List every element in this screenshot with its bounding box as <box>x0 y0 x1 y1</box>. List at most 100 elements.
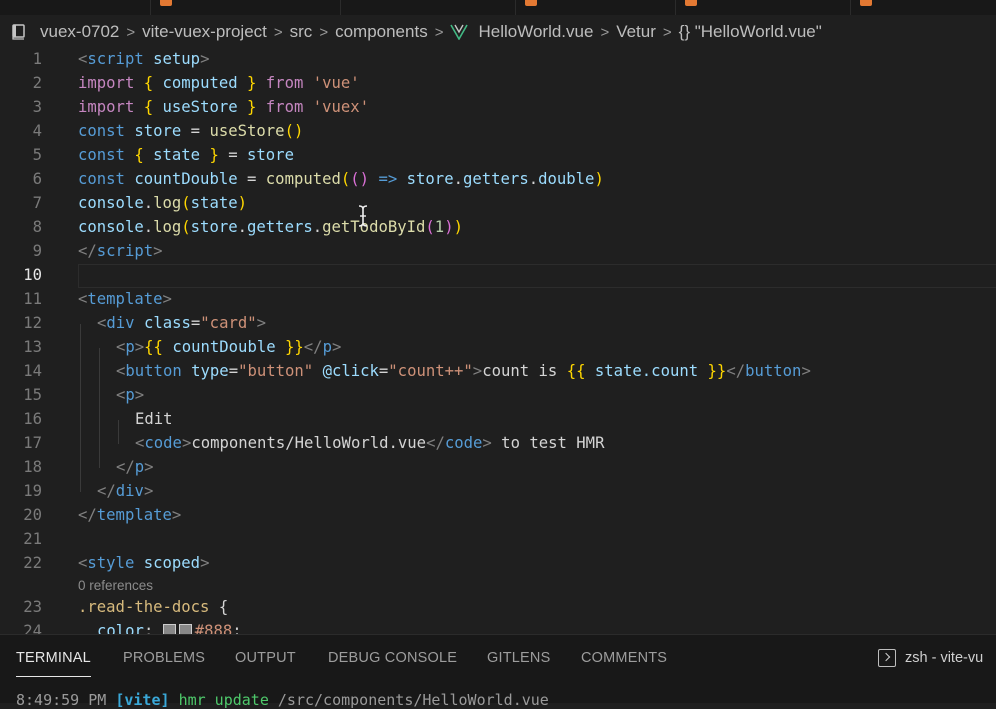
code-line: 8 console.log(store.getters.getTodoById(1… <box>0 216 996 240</box>
code-text: console.log(state) <box>78 194 248 212</box>
editor-tab[interactable] <box>850 0 996 15</box>
line-number: 12 <box>23 314 42 332</box>
code-line: 17 <code>components/HelloWorld.vue</code>… <box>0 432 996 456</box>
breadcrumb-item-root[interactable]: vuex-0702 <box>40 22 119 42</box>
breadcrumb-item-components[interactable]: components <box>335 22 428 42</box>
breadcrumb-item-file[interactable]: HelloWorld.vue <box>478 22 593 42</box>
code-line: 20 </template> <box>0 504 996 528</box>
line-number: 23 <box>23 598 42 616</box>
bottom-panel: TERMINAL PROBLEMS OUTPUT DEBUG CONSOLE G… <box>0 634 996 709</box>
line-number: 19 <box>23 482 42 500</box>
code-text: .read-the-docs { <box>78 598 229 616</box>
tab-gitlens[interactable]: GITLENS <box>487 650 550 666</box>
file-icon <box>685 0 697 6</box>
editor-tab[interactable] <box>150 0 341 15</box>
code-line: 15 <p> <box>0 384 996 408</box>
line-number: 14 <box>23 362 42 380</box>
text-cursor-icon <box>356 204 370 228</box>
breadcrumb-item-symbol[interactable]: {} "HelloWorld.vue" <box>679 22 822 42</box>
color-swatch[interactable] <box>162 624 176 634</box>
line-number: 11 <box>23 290 42 308</box>
breadcrumb-item-vetur[interactable]: Vetur <box>616 22 656 42</box>
editor-tab[interactable] <box>340 0 516 15</box>
code-text: <button type="button" @click="count++">c… <box>116 362 811 380</box>
code-line: 14 <button type="button" @click="count++"… <box>0 360 996 384</box>
code-text: color: #888; <box>97 622 242 634</box>
code-text: console.log(store.getters.getTodoById(1)… <box>78 218 463 236</box>
chevron-right-icon: > <box>662 23 672 41</box>
current-line-highlight <box>78 264 996 288</box>
line-number: 13 <box>23 338 42 356</box>
code-text: <p> <box>116 386 145 404</box>
code-line: 7 console.log(state) <box>0 192 996 216</box>
file-icon <box>525 0 537 6</box>
code-line: 13 <p>{{ countDouble }}</p> <box>0 336 996 360</box>
code-text: <code>components/HelloWorld.vue</code> t… <box>135 434 605 452</box>
code-text: </script> <box>78 242 163 260</box>
vue-logo-icon <box>450 24 469 41</box>
code-line: 21 <box>0 528 996 552</box>
chevron-right-icon: > <box>126 23 136 41</box>
terminal-selector-label: zsh - vite-vu <box>905 650 984 666</box>
code-line: 1 <script setup> <box>0 48 996 72</box>
code-line: 2 import { computed } from 'vue' <box>0 72 996 96</box>
code-text: <div class="card"> <box>97 314 267 332</box>
file-icon <box>160 0 172 6</box>
line-number: 2 <box>32 74 42 92</box>
code-text: </p> <box>116 458 154 476</box>
editor-tab[interactable] <box>0 0 151 15</box>
line-number: 9 <box>32 242 42 260</box>
chevron-right-icon: > <box>434 23 444 41</box>
code-line: 22 <style scoped> <box>0 552 996 576</box>
editor-tab-bar <box>0 0 996 15</box>
tab-problems[interactable]: PROBLEMS <box>123 650 205 666</box>
code-line: 24 color: #888; <box>0 620 996 634</box>
tab-output[interactable]: OUTPUT <box>235 650 296 666</box>
terminal-path: /src/components/HelloWorld.vue <box>277 691 549 709</box>
code-line: 18 </p> <box>0 456 996 480</box>
code-line: 9 </script> <box>0 240 996 264</box>
code-line: 4 const store = useStore() <box>0 120 996 144</box>
line-number: 17 <box>23 434 42 452</box>
line-number: 20 <box>23 506 42 524</box>
line-number: 4 <box>32 122 42 140</box>
code-line: 12 <div class="card"> <box>0 312 996 336</box>
code-text: import { useStore } from 'vuex' <box>78 98 370 116</box>
terminal-event: hmr update <box>178 691 269 709</box>
code-text: <p>{{ countDouble }}</p> <box>116 338 342 356</box>
terminal-time: 8:49:59 PM <box>16 691 107 709</box>
code-line: 6 const countDouble = computed(() => stor… <box>0 168 996 192</box>
code-lens-references[interactable]: 0 references <box>78 578 153 593</box>
code-text: </template> <box>78 506 182 524</box>
line-number: 1 <box>32 50 42 68</box>
breadcrumb-item-src[interactable]: src <box>290 22 313 42</box>
breadcrumb-item-project[interactable]: vite-vuex-project <box>142 22 267 42</box>
breadcrumb: vuex-0702 > vite-vuex-project > src > co… <box>0 15 996 48</box>
line-number: 3 <box>32 98 42 116</box>
line-number: 18 <box>23 458 42 476</box>
code-text: <script setup> <box>78 50 210 68</box>
code-text: const { state } = store <box>78 146 294 164</box>
file-icon <box>860 0 872 6</box>
line-number: 15 <box>23 386 42 404</box>
line-number: 10 <box>23 266 42 284</box>
code-text: import { computed } from 'vue' <box>78 74 360 92</box>
code-text: const countDouble = computed(() => store… <box>78 170 604 188</box>
code-line: 3 import { useStore } from 'vuex' <box>0 96 996 120</box>
code-text: Edit <box>135 410 173 428</box>
tab-comments[interactable]: COMMENTS <box>581 650 667 666</box>
code-line: 23 .read-the-docs { <box>0 596 996 620</box>
tab-debug-console[interactable]: DEBUG CONSOLE <box>328 650 457 666</box>
tab-terminal[interactable]: TERMINAL <box>16 650 91 677</box>
book-icon <box>10 23 28 41</box>
code-line: 5 const { state } = store <box>0 144 996 168</box>
chevron-right-icon: > <box>600 23 610 41</box>
code-text: </div> <box>97 482 154 500</box>
line-number: 5 <box>32 146 42 164</box>
line-number: 8 <box>32 218 42 236</box>
color-swatch[interactable] <box>178 624 192 634</box>
editor-tab[interactable] <box>515 0 676 15</box>
code-editor[interactable]: 1 <script setup> 2 import { computed } fro… <box>0 48 996 634</box>
editor-tab[interactable] <box>675 0 851 15</box>
terminal-selector[interactable]: zsh - vite-vu <box>878 649 983 667</box>
